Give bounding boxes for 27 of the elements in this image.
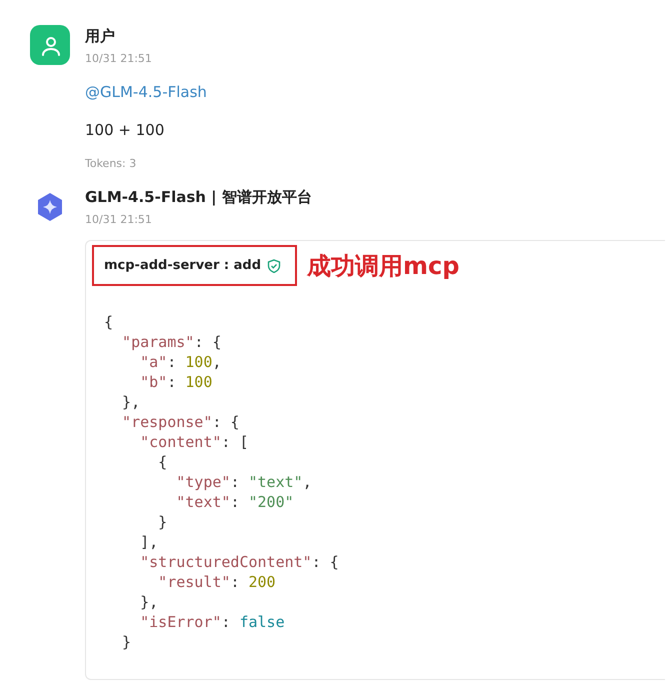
code-line: }, [121,392,142,412]
code-line: "content": [ [139,432,250,452]
code-line: "result": 200 [157,572,277,592]
code-line: "a": 100, [139,352,222,372]
code-line: "type": "text", [175,472,313,492]
author-name: 用户 [85,27,115,46]
code-line: ], [139,532,160,552]
token-count: Tokens: 3 [85,157,136,170]
code-line: "isError": false [139,612,286,632]
code-line: "text": "200" [175,492,295,512]
code-line: }, [139,592,160,612]
person-icon [39,34,61,56]
code-line: } [157,512,168,532]
code-line: "structuredContent": { [139,552,340,572]
timestamp: 10/31 21:51 [85,52,152,65]
code-line: { [104,312,114,332]
tool-name: mcp-add-server : add [104,258,262,273]
code-line: "b": 100 [139,372,214,392]
code-line: } [121,632,132,652]
author-name: GLM-4.5-Flash | 智谱开放平台 [85,188,312,207]
message-text: 100 + 100 [85,121,164,139]
mention-link[interactable]: @GLM-4.5-Flash [85,83,207,101]
timestamp: 10/31 21:51 [85,213,152,226]
code-line: "params": { [121,332,222,352]
code-line: { [157,452,168,472]
annotation-text: 成功调用mcp [307,250,460,282]
code-line: "response": { [121,412,240,432]
